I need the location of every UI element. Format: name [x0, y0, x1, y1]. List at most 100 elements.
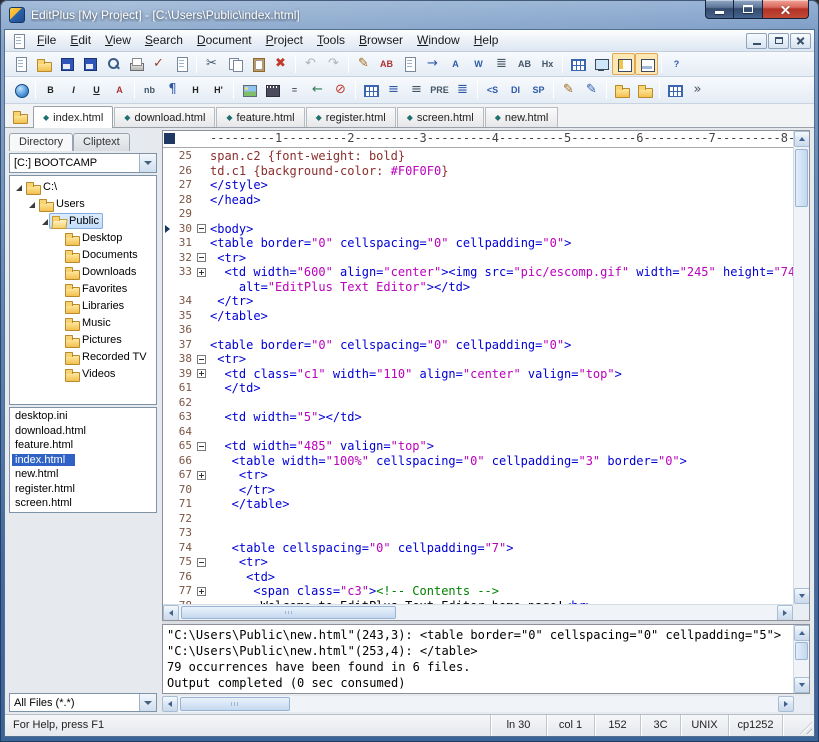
- code-line-32[interactable]: 32 <tr>: [163, 251, 793, 266]
- code-line-wrap[interactable]: alt="EditPlus Text Editor"></td>: [163, 280, 793, 295]
- line-numbers-button[interactable]: ≣: [490, 53, 513, 75]
- output-vertical-scrollbar[interactable]: [793, 625, 809, 693]
- new-document-button[interactable]: [9, 53, 32, 75]
- tree-item-videos[interactable]: Videos: [10, 365, 156, 382]
- toolbar-options-button[interactable]: »: [686, 79, 709, 101]
- sidebar-tab-directory[interactable]: Directory: [9, 133, 73, 151]
- menu-help[interactable]: Help: [467, 30, 506, 51]
- table-cell-button[interactable]: ≡: [405, 79, 428, 101]
- menu-edit[interactable]: Edit: [63, 30, 98, 51]
- cut-button[interactable]: ✂: [200, 53, 223, 75]
- resize-grip[interactable]: [798, 715, 814, 736]
- code-line-26[interactable]: 26td.c1 {background-color: #F0F0F0}: [163, 164, 793, 179]
- scroll-right-button[interactable]: [778, 696, 794, 712]
- scroll-thumb[interactable]: [180, 697, 290, 711]
- code-line-28[interactable]: 28</head>: [163, 193, 793, 208]
- sidebar-tab-cliptext[interactable]: Cliptext: [73, 133, 130, 151]
- file-item-new-html[interactable]: new.html: [10, 467, 156, 482]
- scroll-left-button[interactable]: [162, 696, 178, 712]
- code-line-35[interactable]: 35</table>: [163, 309, 793, 324]
- scroll-right-button[interactable]: [777, 605, 793, 621]
- find-replace-button[interactable]: AB: [375, 53, 398, 75]
- line-break-button[interactable]: ¶: [161, 79, 184, 101]
- menu-project[interactable]: Project: [259, 30, 310, 51]
- code-line-66[interactable]: 66 <table width="100%" cellspacing="0" c…: [163, 454, 793, 469]
- menu-window[interactable]: Window: [410, 30, 467, 51]
- title-bar[interactable]: EditPlus [My Project] - [C:\Users\Public…: [0, 0, 819, 29]
- full-screen-button[interactable]: [589, 53, 612, 75]
- scroll-track[interactable]: [794, 641, 809, 677]
- scroll-up-button[interactable]: [794, 625, 810, 641]
- code-line-71[interactable]: 71 </table>: [163, 497, 793, 512]
- drive-selector[interactable]: [C:] BOOTCAMP: [9, 153, 157, 173]
- code-line-30[interactable]: 30<body>: [163, 222, 793, 237]
- load-cliptext-button[interactable]: [610, 79, 633, 101]
- editor-horizontal-scrollbar[interactable]: [163, 604, 793, 620]
- underline-button[interactable]: U: [85, 79, 108, 101]
- toggle-directory-window-button[interactable]: [612, 53, 635, 75]
- tree-item-desktop[interactable]: Desktop: [10, 229, 156, 246]
- save-cliptext-button[interactable]: [633, 79, 656, 101]
- expander-icon[interactable]: [26, 199, 35, 208]
- app-icon[interactable]: [9, 7, 25, 23]
- file-item-download-html[interactable]: download.html: [10, 424, 156, 439]
- code-line-25[interactable]: 25span.c2 {font-weight: bold}: [163, 149, 793, 164]
- tree-item-pictures[interactable]: Pictures: [10, 331, 156, 348]
- scroll-track[interactable]: [178, 696, 778, 712]
- output-horizontal-scrollbar[interactable]: [162, 696, 810, 712]
- strike-tag-button[interactable]: <S: [481, 79, 504, 101]
- menu-file[interactable]: File: [30, 30, 63, 51]
- close-button[interactable]: [762, 0, 809, 19]
- save-all-button[interactable]: [78, 53, 101, 75]
- tree-item-music[interactable]: Music: [10, 314, 156, 331]
- insert-table-button[interactable]: [359, 79, 382, 101]
- code-line-72[interactable]: 72: [163, 512, 793, 527]
- code-line-62[interactable]: 62: [163, 396, 793, 411]
- code-line-70[interactable]: 70 </tr>: [163, 483, 793, 498]
- expander-icon[interactable]: [13, 182, 22, 191]
- file-properties-button[interactable]: [170, 53, 193, 75]
- bold-button[interactable]: B: [39, 79, 62, 101]
- no-break-button[interactable]: ⊘: [329, 79, 352, 101]
- bullet-list-button[interactable]: ≣: [451, 79, 474, 101]
- code-line-33[interactable]: 33 <td width="600" align="center"><img s…: [163, 265, 793, 280]
- span-tag-button[interactable]: SP: [527, 79, 550, 101]
- code-line-77[interactable]: 77 <span class="c3"><!-- Contents -->: [163, 584, 793, 599]
- tree-item-downloads[interactable]: Downloads: [10, 263, 156, 280]
- code-line-34[interactable]: 34 </tr>: [163, 294, 793, 309]
- scroll-up-button[interactable]: [794, 131, 810, 147]
- menu-view[interactable]: View: [98, 30, 138, 51]
- format-text-button[interactable]: A: [444, 53, 467, 75]
- output-line[interactable]: "C:\Users\Public\new.html"(253,4): </tab…: [167, 643, 793, 659]
- code-line-76[interactable]: 76 <td>: [163, 570, 793, 585]
- minimize-button[interactable]: [705, 0, 734, 19]
- document-icon[interactable]: [11, 33, 27, 49]
- scroll-left-button[interactable]: [163, 605, 179, 621]
- code-line-29[interactable]: 29: [163, 207, 793, 222]
- heading-1-button[interactable]: H: [184, 79, 207, 101]
- output-line[interactable]: "C:\Users\Public\new.html"(243,3): <tabl…: [167, 627, 793, 643]
- file-item-desktop-ini[interactable]: desktop.ini: [10, 409, 156, 424]
- insert-media-button[interactable]: [260, 79, 283, 101]
- tab-download-html[interactable]: ◆download.html: [114, 107, 215, 127]
- scroll-down-button[interactable]: [794, 588, 810, 604]
- output-text[interactable]: "C:\Users\Public\new.html"(243,3): <tabl…: [163, 625, 793, 693]
- div-tag-button[interactable]: DI: [504, 79, 527, 101]
- tree-item-users[interactable]: Users: [10, 195, 156, 212]
- heading-2-button[interactable]: H': [207, 79, 230, 101]
- italic-button[interactable]: I: [62, 79, 85, 101]
- preformatted-button[interactable]: PRE: [428, 79, 451, 101]
- print-button[interactable]: [124, 53, 147, 75]
- redo-button[interactable]: ↷: [322, 53, 345, 75]
- tree-item-documents[interactable]: Documents: [10, 246, 156, 263]
- code-line-63[interactable]: 63 <td width="5"></td>: [163, 410, 793, 425]
- char-map-button[interactable]: [663, 79, 686, 101]
- horizontal-rule-button[interactable]: =: [283, 79, 306, 101]
- scroll-down-button[interactable]: [794, 677, 810, 693]
- hex-viewer-button[interactable]: Hx: [536, 53, 559, 75]
- tree-item-c[interactable]: C:\: [10, 178, 156, 195]
- insert-link-button[interactable]: ←: [306, 79, 329, 101]
- tab-new-html[interactable]: ◆new.html: [485, 107, 559, 127]
- mdi-restore-button[interactable]: [768, 33, 789, 49]
- editor-vertical-scrollbar[interactable]: [793, 131, 809, 604]
